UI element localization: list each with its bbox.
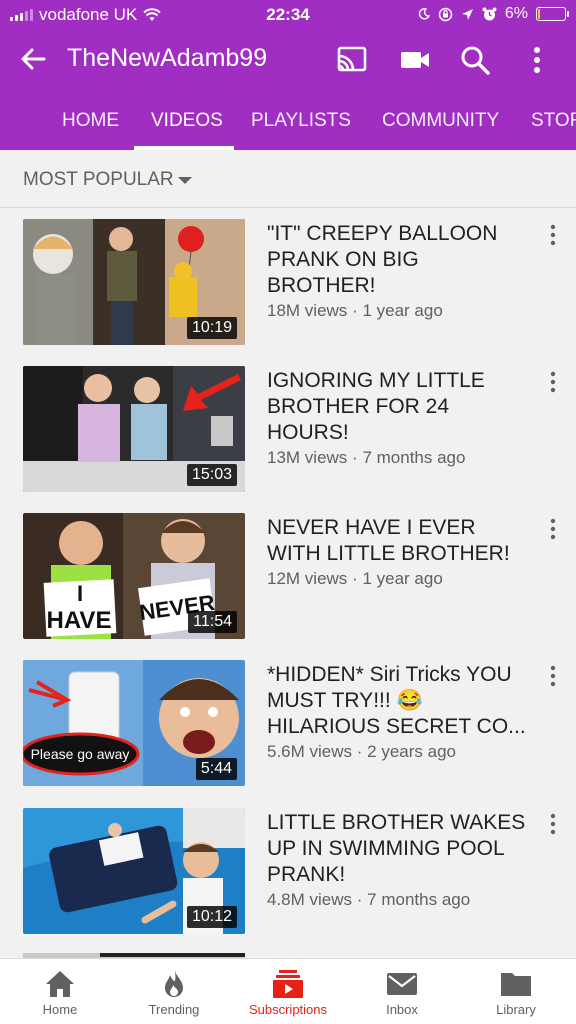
nav-inbox[interactable]: Inbox xyxy=(358,959,446,1024)
moon-icon xyxy=(418,8,430,20)
nav-label: Subscriptions xyxy=(248,1002,328,1017)
video-duration: 5:44 xyxy=(195,758,237,780)
home-icon xyxy=(46,971,74,997)
video-title[interactable]: LITTLE BROTHER WAKES UP IN SWIMMING POOL… xyxy=(267,810,527,888)
thumbnail-text-i: I xyxy=(77,581,83,606)
video-thumbnail[interactable]: 10:12 xyxy=(23,808,245,934)
meta-separator: · xyxy=(352,301,358,320)
video-meta: 18M views · 1 year ago xyxy=(267,301,443,321)
more-vert-icon[interactable] xyxy=(546,370,560,394)
inbox-icon xyxy=(387,973,417,995)
more-vert-icon[interactable] xyxy=(546,812,560,836)
battery-level xyxy=(538,9,540,19)
nav-label: Trending xyxy=(148,1002,200,1017)
tab-videos[interactable]: VIDEOS xyxy=(151,110,223,132)
battery-icon xyxy=(536,7,569,21)
video-meta: 4.8M views · 7 months ago xyxy=(267,890,470,910)
channel-title: TheNewAdamb99 xyxy=(67,44,268,72)
tab-store[interactable]: STORE xyxy=(531,110,576,132)
nav-label: Library xyxy=(496,1002,536,1017)
flame-icon xyxy=(165,970,183,997)
bottom-navigation: Home Trending Subscriptions Inbox Librar… xyxy=(0,958,576,1024)
search-icon[interactable] xyxy=(459,44,491,76)
sort-dropdown[interactable]: MOST POPULAR xyxy=(0,150,576,208)
location-icon xyxy=(461,8,473,20)
battery-percent: 6% xyxy=(504,5,528,22)
app-bar: TheNewAdamb99 xyxy=(0,30,576,90)
more-vert-icon[interactable] xyxy=(546,664,560,688)
subscriptions-icon xyxy=(273,970,303,998)
video-camera-icon[interactable] xyxy=(399,44,431,76)
nav-subscriptions[interactable]: Subscriptions xyxy=(238,959,338,1024)
rotation-lock-icon xyxy=(438,7,453,21)
nav-home[interactable]: Home xyxy=(16,959,104,1024)
video-views: 12M views xyxy=(267,569,348,588)
video-age: 1 year ago xyxy=(362,301,443,320)
video-meta: 5.6M views · 2 years ago xyxy=(267,742,456,762)
tab-community[interactable]: COMMUNITY xyxy=(382,110,499,132)
nav-trending[interactable]: Trending xyxy=(130,959,218,1024)
back-arrow-icon[interactable] xyxy=(18,44,48,74)
status-bar: vodafone UK 22:34 6% xyxy=(0,0,576,30)
video-age: 7 months ago xyxy=(367,890,471,909)
thumbnail-bubble-text: Please go away xyxy=(31,746,130,762)
partial-thumbnail-edge xyxy=(100,953,245,957)
video-age: 1 year ago xyxy=(362,569,443,588)
video-title[interactable]: *HIDDEN* Siri Tricks YOU MUST TRY!!! 😂 H… xyxy=(267,662,527,740)
video-thumbnail[interactable]: Please go away 5:44 xyxy=(23,660,245,786)
thumbnail-text-have: HAVE xyxy=(47,607,112,634)
video-title[interactable]: NEVER HAVE I EVER WITH LITTLE BROTHER! xyxy=(267,515,527,567)
video-duration: 11:54 xyxy=(188,611,237,633)
more-vert-icon[interactable] xyxy=(521,44,553,76)
folder-icon xyxy=(501,973,531,996)
video-duration: 15:03 xyxy=(186,464,237,486)
video-thumbnail[interactable]: I HAVE NEVER 11:54 xyxy=(23,513,245,639)
video-item[interactable]: Please go away 5:44 *HIDDEN* Siri Tricks… xyxy=(0,660,576,786)
more-vert-icon[interactable] xyxy=(546,223,560,247)
video-duration: 10:19 xyxy=(186,317,237,339)
meta-separator: · xyxy=(352,569,358,588)
video-item[interactable]: 10:19 "IT" CREEPY BALLOON PRANK ON BIG B… xyxy=(0,219,576,345)
meta-separator: · xyxy=(356,890,363,909)
video-views: 13M views xyxy=(267,448,348,467)
nav-library[interactable]: Library xyxy=(472,959,560,1024)
meta-separator: · xyxy=(356,742,363,761)
video-age: 2 years ago xyxy=(367,742,457,761)
more-vert-icon[interactable] xyxy=(546,517,560,541)
video-item[interactable]: 10:12 LITTLE BROTHER WAKES UP IN SWIMMIN… xyxy=(0,808,576,934)
dropdown-caret-icon xyxy=(178,177,192,184)
video-item[interactable]: I HAVE NEVER 11:54 NEVER HAVE I EVER WIT… xyxy=(0,513,576,639)
video-item[interactable]: 15:03 IGNORING MY LITTLE BROTHER FOR 24 … xyxy=(0,366,576,492)
video-views: 5.6M views xyxy=(267,742,353,761)
video-views: 4.8M views xyxy=(267,890,353,909)
video-age: 7 months ago xyxy=(362,448,466,467)
video-thumbnail[interactable]: 10:19 xyxy=(23,219,245,345)
tab-playlists[interactable]: PLAYLISTS xyxy=(251,110,351,132)
meta-separator: · xyxy=(352,448,358,467)
alarm-icon xyxy=(482,7,497,20)
video-duration: 10:12 xyxy=(186,906,237,928)
video-title[interactable]: IGNORING MY LITTLE BROTHER FOR 24 HOURS! xyxy=(267,368,527,446)
video-title[interactable]: "IT" CREEPY BALLOON PRANK ON BIG BROTHER… xyxy=(267,221,527,299)
video-thumbnail[interactable]: 15:03 xyxy=(23,366,245,492)
cast-icon[interactable] xyxy=(336,44,368,76)
nav-label: Inbox xyxy=(386,1002,418,1017)
video-views: 18M views xyxy=(267,301,348,320)
channel-tabs: HOME VIDEOS PLAYLISTS COMMUNITY STORE xyxy=(0,90,576,150)
video-meta: 12M views · 1 year ago xyxy=(267,569,443,589)
tab-home[interactable]: HOME xyxy=(62,110,119,132)
nav-label: Home xyxy=(42,1002,78,1017)
video-meta: 13M views · 7 months ago xyxy=(267,448,465,468)
sort-label: MOST POPULAR xyxy=(23,169,174,190)
